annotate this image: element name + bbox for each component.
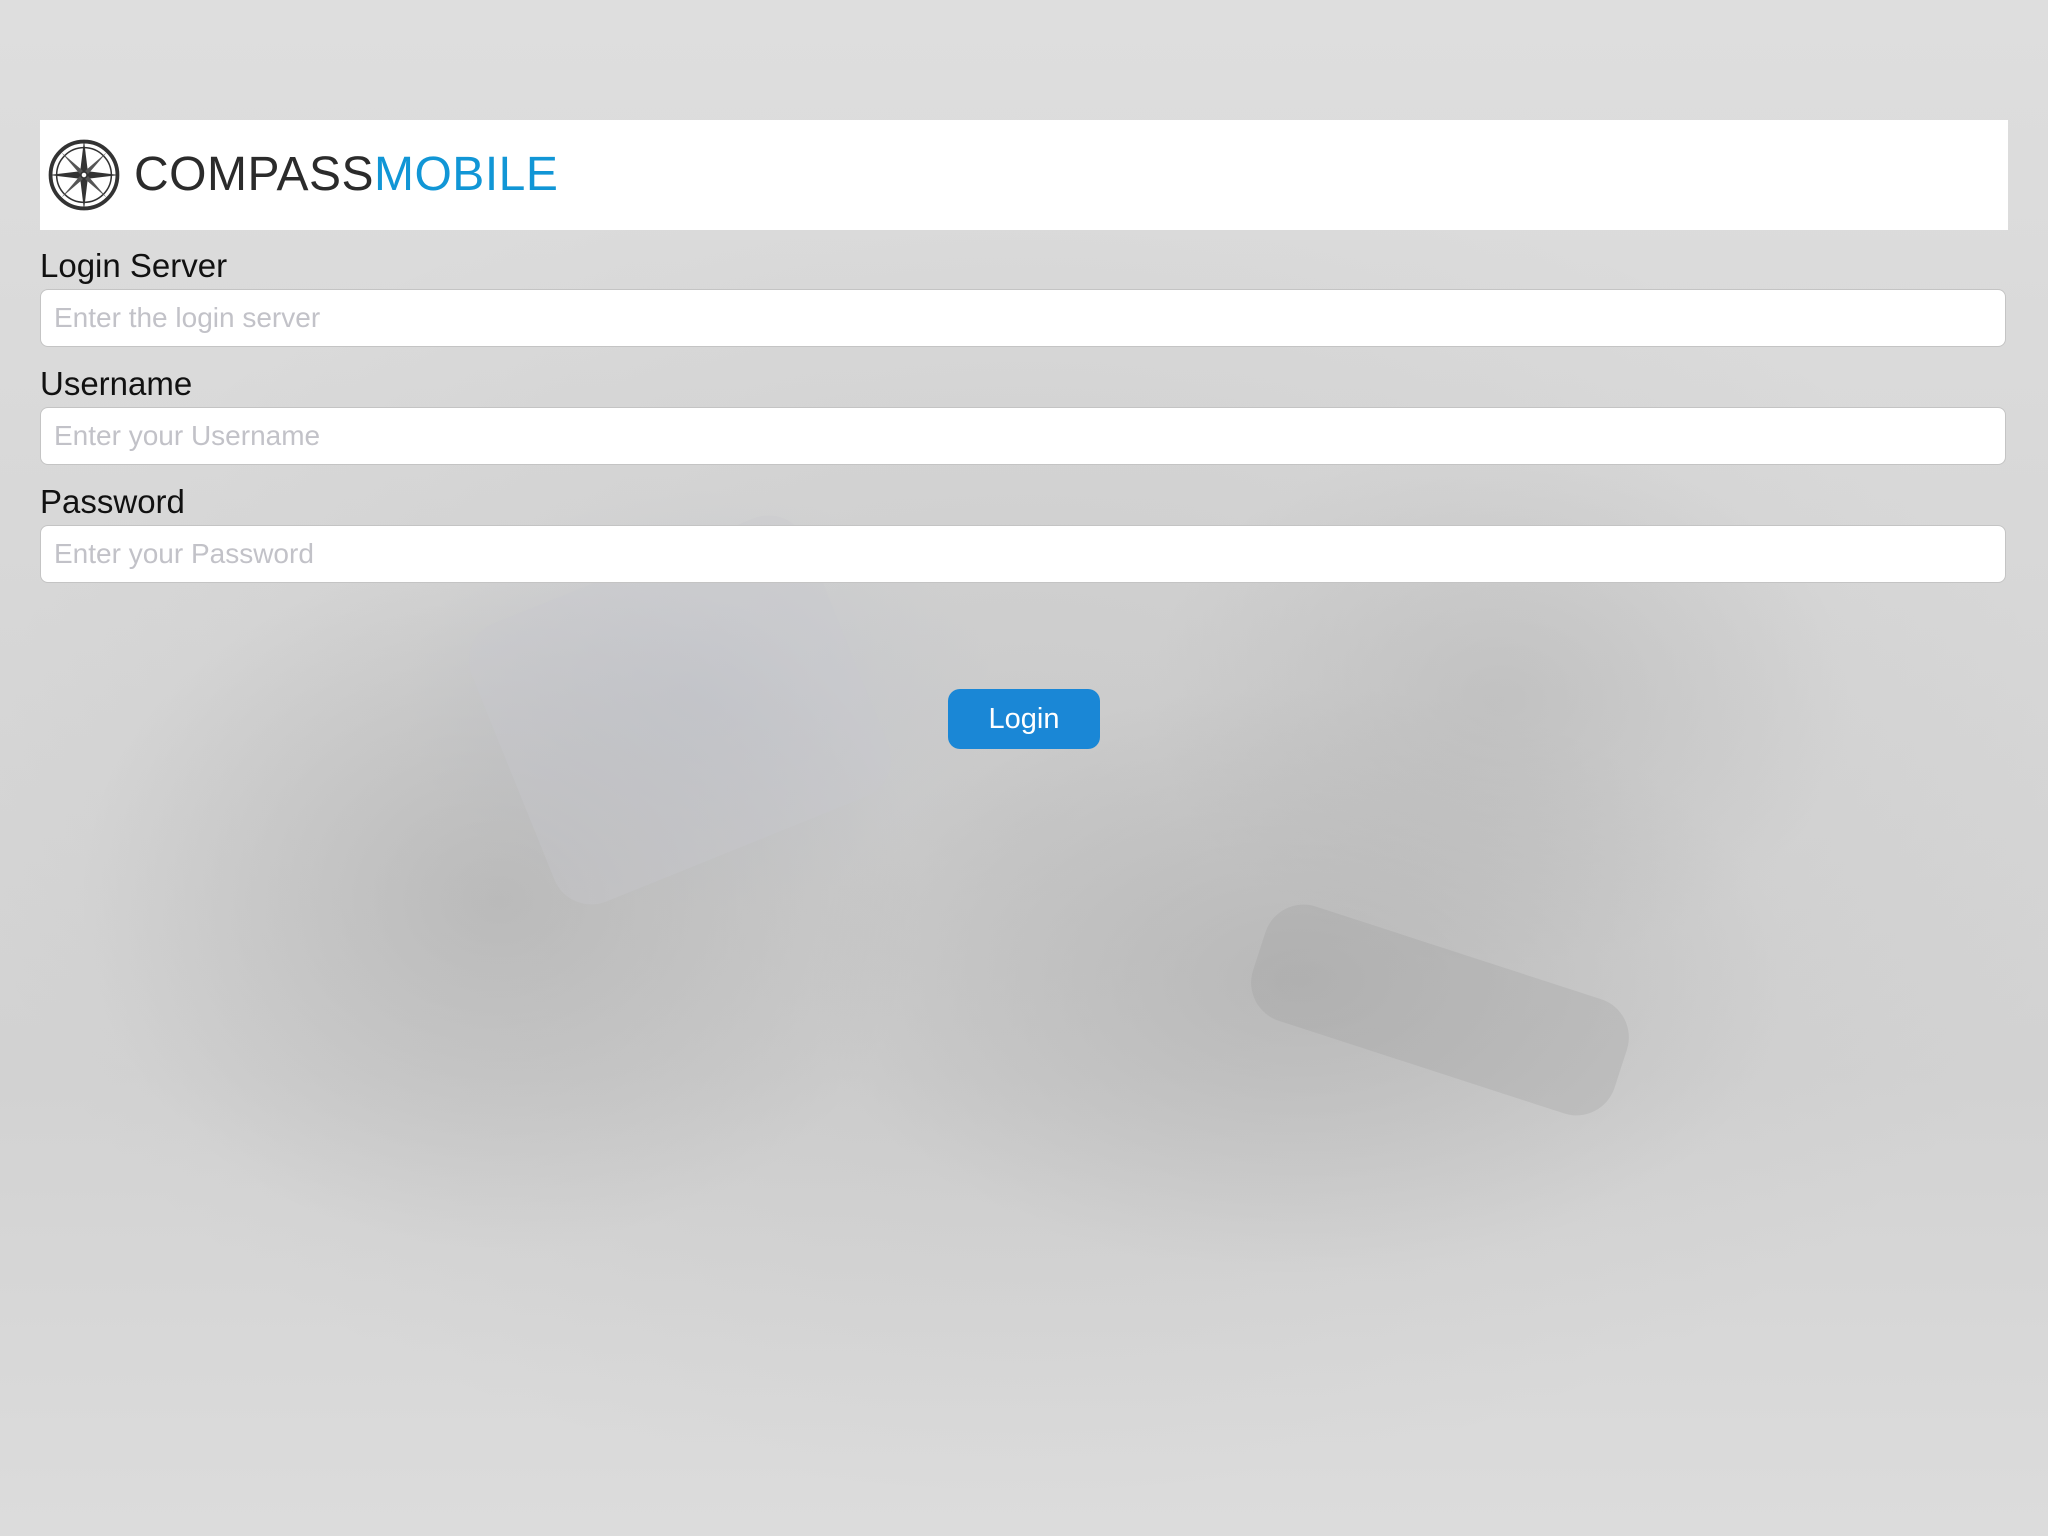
login-button[interactable]: Login (948, 689, 1100, 749)
login-server-input[interactable] (40, 289, 2006, 347)
brand-wordmark: COMPASSMOBILE (134, 151, 558, 199)
password-input[interactable] (40, 525, 2006, 583)
background-tool-shape (1240, 894, 1640, 1126)
brand-name-compass: COMPASS (134, 148, 374, 201)
password-label: Password (40, 483, 185, 520)
username-label: Username (40, 365, 193, 402)
compass-rose-icon (48, 139, 120, 211)
brand-name-mobile: MOBILE (373, 148, 559, 201)
brand-header: COMPASSMOBILE (40, 120, 2008, 230)
background-photo (0, 0, 2048, 1536)
username-input[interactable] (40, 407, 2006, 465)
login-server-label: Login Server (40, 247, 228, 284)
